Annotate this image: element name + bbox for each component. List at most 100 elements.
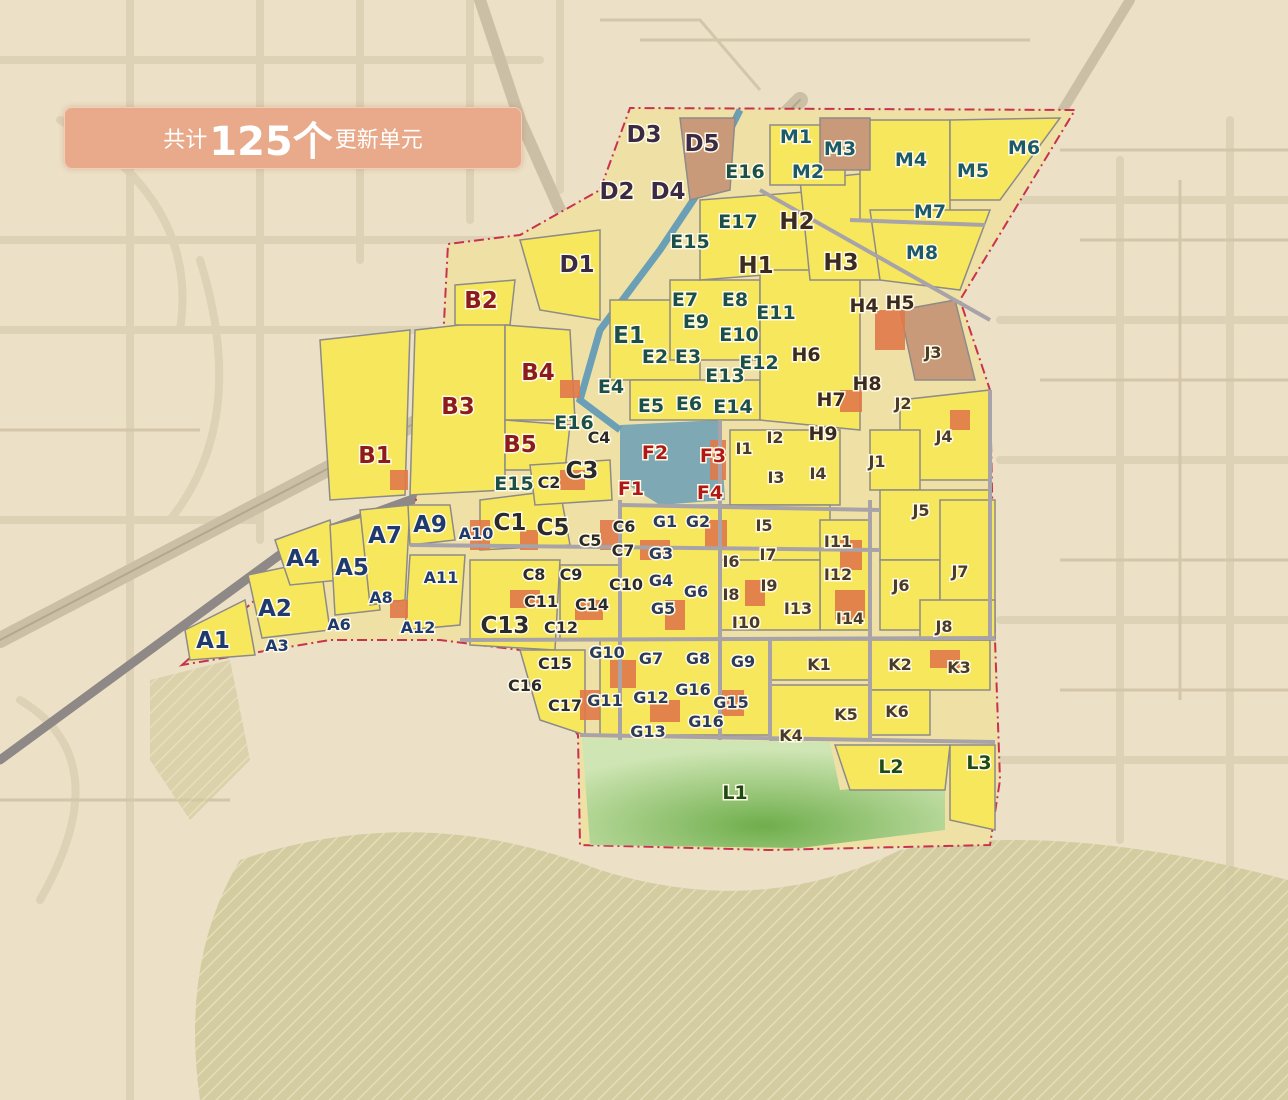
unit-label-M4: M4: [895, 149, 927, 171]
banner-suffix: 更新单元: [334, 128, 423, 153]
unit-label-I13: I13: [784, 599, 812, 618]
unit-label-C2: C2: [538, 473, 561, 492]
unit-label-K2: K2: [888, 655, 912, 674]
unit-label-G10: G10: [589, 643, 624, 662]
unit-label-E11: E11: [756, 302, 795, 324]
banner-prefix: 共计: [163, 128, 208, 153]
unit-label-E6: E6: [676, 393, 702, 415]
unit-label-H1: H1: [738, 253, 773, 279]
unit-label-H6: H6: [791, 344, 820, 366]
unit-label-E10: E10: [719, 324, 758, 346]
unit-label-E13: E13: [705, 365, 744, 387]
unit-label-K5: K5: [834, 705, 858, 724]
unit-label-E12: E12: [739, 352, 778, 374]
unit-label-H8: H8: [852, 373, 881, 395]
unit-label-A4: A4: [286, 546, 320, 572]
unit-label-B1: B1: [358, 443, 392, 469]
unit-label-C15: C15: [538, 654, 572, 673]
unit-label-F2: F2: [642, 442, 668, 464]
unit-label-F3: F3: [700, 445, 726, 467]
unit-label-K6: K6: [885, 702, 909, 721]
unit-label-C1: C1: [494, 510, 527, 536]
banner-count: 125个: [209, 119, 333, 165]
unit-label-I4: I4: [809, 464, 826, 483]
unit-label-I9: I9: [760, 576, 777, 595]
unit-label-C11: C11: [524, 592, 558, 611]
unit-label-E7: E7: [672, 289, 698, 311]
unit-label-C17: C17: [548, 696, 582, 715]
unit-label-C9: C9: [560, 565, 583, 584]
unit-label-G16b: G16: [688, 712, 723, 731]
unit-label-G4: G4: [649, 571, 673, 590]
unit-label-J4: J4: [934, 427, 952, 446]
unit-label-J7: J7: [950, 562, 968, 581]
unit-label-I12: I12: [824, 565, 852, 584]
unit-label-C14: C14: [575, 595, 609, 614]
green-strip: [150, 660, 250, 820]
unit-label-G9: G9: [731, 652, 755, 671]
unit-label-C5a: C5: [537, 515, 570, 541]
unit-label-G15: G15: [713, 693, 748, 712]
unit-label-I10: I10: [732, 613, 760, 632]
unit-label-A6: A6: [327, 615, 351, 634]
unit-label-E3: E3: [675, 346, 701, 368]
unit-label-I11: I11: [824, 532, 852, 551]
unit-label-I7: I7: [759, 545, 776, 564]
unit-label-E8: E8: [722, 289, 748, 311]
unit-label-A10: A10: [459, 524, 494, 543]
unit-label-I5: I5: [755, 516, 772, 535]
unit-label-E5: E5: [638, 395, 664, 417]
unit-label-G5: G5: [651, 599, 675, 618]
unit-label-C16: C16: [508, 676, 542, 695]
unit-label-K1: K1: [807, 655, 831, 674]
unit-label-C13: C13: [481, 613, 530, 639]
unit-label-C3: C3: [566, 458, 599, 484]
unit-label-A9: A9: [413, 512, 447, 538]
unit-label-E17: E17: [718, 211, 757, 233]
unit-label-H2: H2: [779, 209, 814, 235]
unit-label-K3: K3: [947, 658, 971, 677]
unit-label-G6: G6: [684, 582, 708, 601]
unit-label-G2: G2: [686, 512, 710, 531]
unit-label-H5: H5: [885, 292, 914, 314]
unit-label-M2: M2: [792, 161, 824, 183]
unit-label-G16a: G16: [675, 680, 710, 699]
unit-label-G3: G3: [649, 544, 673, 563]
unit-label-A1: A1: [196, 628, 230, 654]
unit-label-B4: B4: [521, 360, 555, 386]
unit-label-D3: D3: [626, 122, 661, 148]
unit-label-H7: H7: [816, 389, 845, 411]
unit-label-E16a: E16: [725, 161, 764, 183]
unit-label-M8: M8: [906, 242, 938, 264]
unit-label-H4: H4: [849, 295, 878, 317]
unit-label-C10: C10: [609, 575, 643, 594]
unit-label-M1: M1: [780, 126, 812, 148]
unit-label-E14: E14: [713, 396, 752, 418]
unit-label-J3: J3: [923, 343, 941, 362]
unit-label-A3: A3: [265, 636, 289, 655]
unit-label-E1: E1: [613, 323, 645, 349]
unit-label-C8: C8: [523, 565, 546, 584]
unit-label-G11: G11: [587, 691, 622, 710]
unit-label-G7: G7: [639, 649, 663, 668]
unit-label-M6: M6: [1008, 137, 1040, 159]
unit-label-I8: I8: [722, 585, 739, 604]
unit-label-K4: K4: [779, 726, 803, 745]
unit-label-B5: B5: [503, 432, 537, 458]
unit-label-C12: C12: [544, 618, 578, 637]
unit-label-G1: G1: [653, 512, 677, 531]
unit-label-D1: D1: [559, 252, 594, 278]
unit-label-C7: C7: [612, 541, 635, 560]
unit-label-A5: A5: [335, 555, 369, 581]
unit-label-B3: B3: [441, 394, 475, 420]
unit-label-A2: A2: [258, 596, 292, 622]
unit-label-M3: M3: [824, 138, 856, 160]
unit-label-E15a: E15: [670, 231, 709, 253]
unit-label-J5: J5: [911, 501, 929, 520]
unit-label-E9: E9: [683, 311, 709, 333]
unit-label-E16b: E16: [554, 412, 593, 434]
unit-label-J8: J8: [934, 617, 952, 636]
unit-label-G13: G13: [630, 722, 665, 741]
unit-label-C5b: C5: [579, 531, 602, 550]
unit-label-C6: C6: [613, 517, 636, 536]
